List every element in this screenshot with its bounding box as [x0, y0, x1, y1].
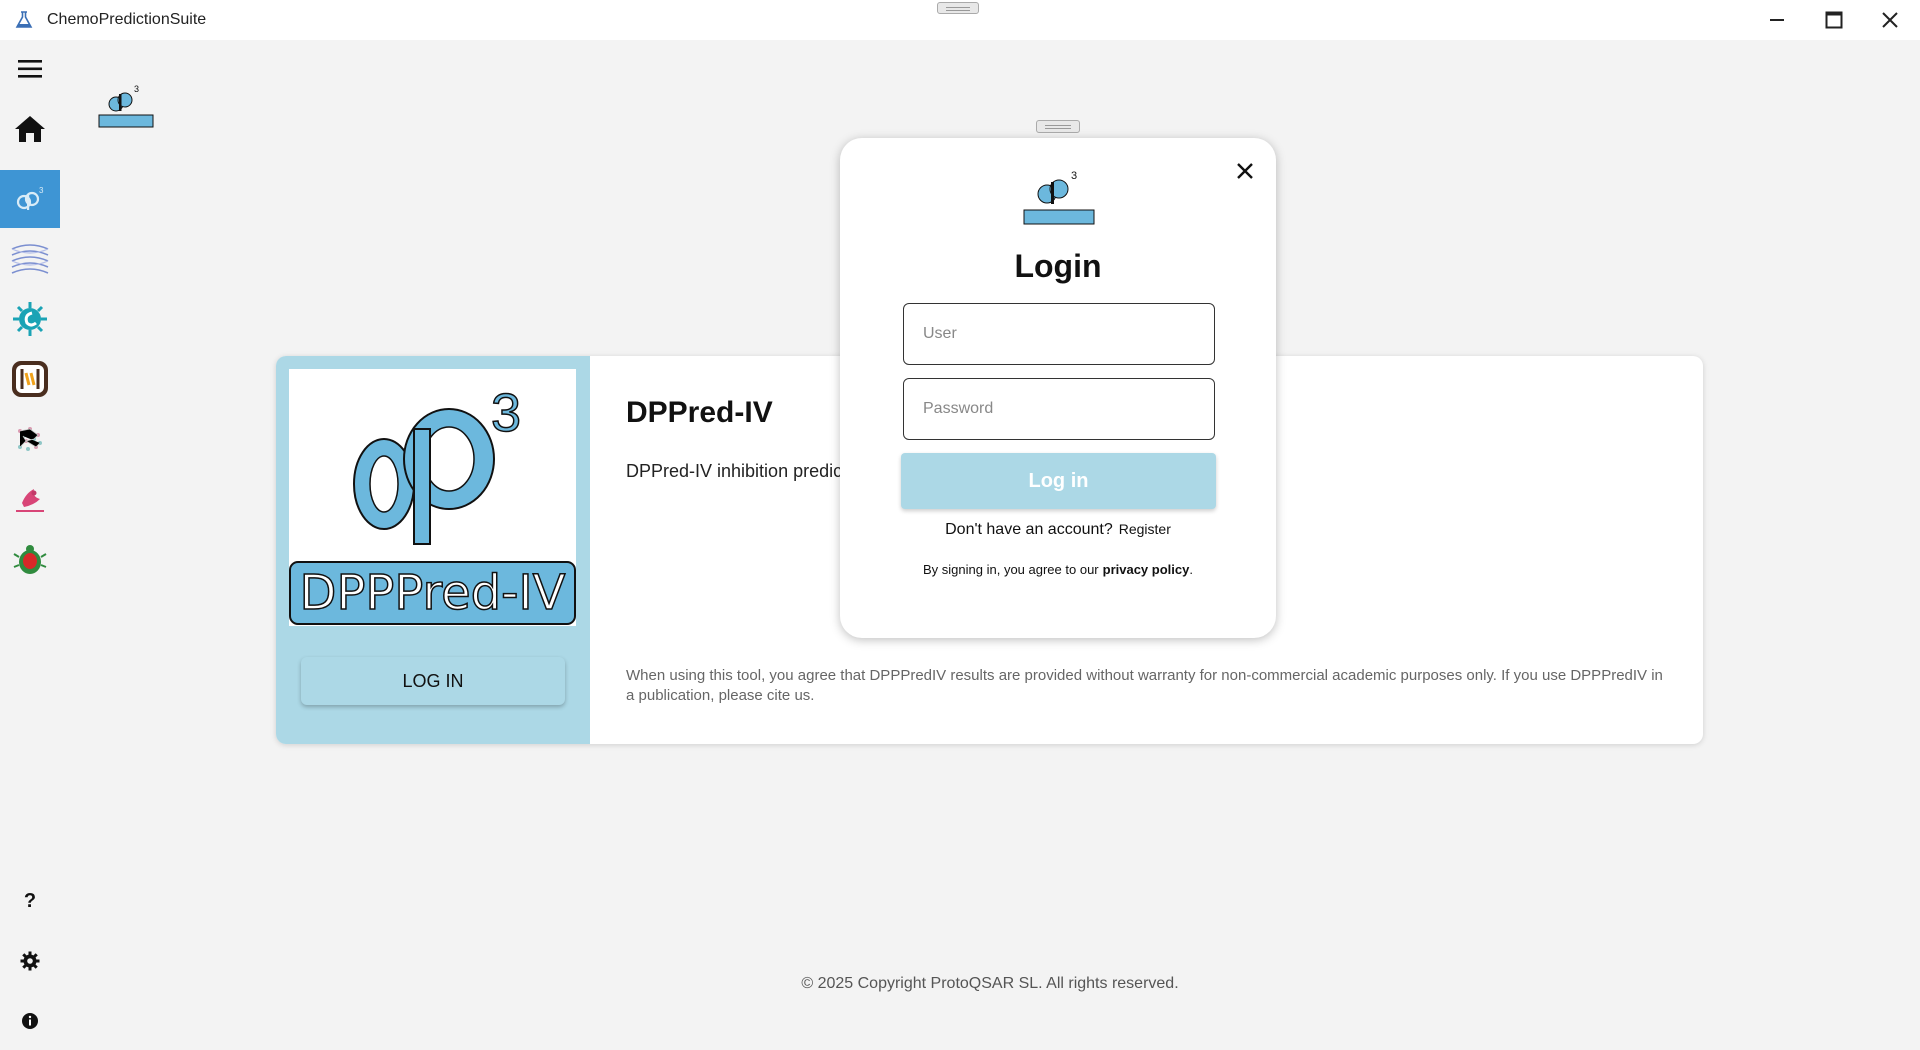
policy-notice: By signing in, you agree to our privacy p… [840, 562, 1276, 577]
usage-disclaimer: When using this tool, you agree that DPP… [626, 667, 1663, 704]
tool-description: DPPred-IV inhibition predict [626, 461, 848, 481]
flask-icon [15, 11, 33, 28]
svg-text:3: 3 [1071, 170, 1077, 182]
sidebar-item-dots[interactable] [0, 410, 60, 468]
info-icon [22, 1013, 38, 1029]
minimize-button[interactable] [1749, 0, 1805, 40]
modal-drag-handle[interactable] [1036, 120, 1080, 133]
sidebar-item-dppred[interactable]: 3 [0, 170, 60, 228]
home-icon [15, 116, 45, 142]
sidebar-item-bug[interactable] [0, 530, 60, 588]
pink-bird-app-icon [16, 489, 44, 512]
no-account-text: Don't have an account? [945, 521, 1113, 538]
footer: © 2025 Copyright ProtoQSAR SL. All right… [0, 975, 1920, 993]
svg-text:3: 3 [491, 383, 521, 443]
sidebar-item-bird[interactable] [0, 470, 60, 528]
dppred-logo-icon: 3 [16, 186, 44, 210]
close-window-button[interactable] [1862, 0, 1918, 40]
layers-app-icon [11, 244, 49, 274]
policy-end: . [1189, 562, 1193, 577]
sidebar-item-virus[interactable] [0, 290, 60, 348]
close-icon [1237, 163, 1253, 179]
dppred-logo: 3 DPPPred-IV [289, 369, 576, 626]
dppred-logo-graphic: 3 DPPPred-IV [289, 382, 576, 625]
maximize-button[interactable] [1806, 0, 1862, 40]
login-submit-button[interactable]: Log in [901, 453, 1216, 509]
dots-app-icon [18, 427, 42, 451]
card-sidebar: 3 DPPPred-IV LOG IN [276, 356, 590, 744]
virus-app-icon [13, 302, 47, 336]
policy-text: By signing in, you agree to our [923, 562, 1099, 577]
window-title: ChemoPredictionSuite [47, 11, 207, 28]
bracket-app-icon [12, 361, 48, 397]
maximize-icon [1825, 11, 1843, 29]
login-title: Login [1014, 248, 1102, 284]
dppred-modal-logo: 3 [1023, 170, 1095, 225]
copyright-text: © 2025 Copyright ProtoQSAR SL. All right… [801, 975, 1179, 992]
drag-handle[interactable] [937, 2, 979, 14]
bug-app-icon [13, 545, 47, 574]
svg-text:3: 3 [39, 186, 44, 195]
sidebar: 3 ? [0, 40, 60, 1029]
register-link[interactable]: Register [1119, 521, 1171, 537]
logo-text: DPPPred-IV [300, 565, 566, 621]
help-icon: ? [23, 889, 37, 912]
register-prompt: Don't have an account? Register [840, 521, 1276, 539]
sidebar-item-home[interactable] [0, 100, 60, 158]
sidebar-item-bracket[interactable] [0, 350, 60, 408]
close-icon [1882, 12, 1898, 28]
sidebar-item-layers[interactable] [0, 230, 60, 288]
title-bar: ChemoPredictionSuite [0, 0, 1920, 40]
gear-icon [20, 951, 40, 971]
tool-title: DPPred-IV [626, 396, 773, 429]
sidebar-item-info[interactable] [0, 992, 60, 1050]
minimize-icon [1770, 19, 1784, 21]
privacy-policy-link[interactable]: privacy policy [1103, 562, 1190, 577]
dppred-header-logo: 3 [98, 84, 154, 128]
password-input[interactable] [903, 378, 1215, 440]
user-input[interactable] [903, 303, 1215, 365]
menu-icon [18, 60, 42, 78]
sidebar-item-help[interactable]: ? [0, 872, 60, 930]
login-modal: 3 Login Log in Don't have an account? Reg… [840, 138, 1276, 638]
modal-close-button[interactable] [1228, 154, 1262, 188]
menu-button[interactable] [0, 40, 60, 98]
svg-text:3: 3 [134, 84, 139, 94]
card-login-button[interactable]: LOG IN [301, 657, 565, 705]
